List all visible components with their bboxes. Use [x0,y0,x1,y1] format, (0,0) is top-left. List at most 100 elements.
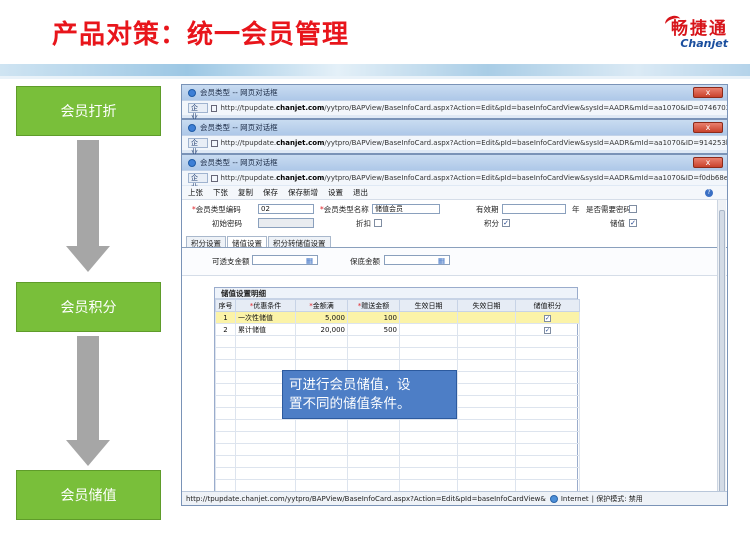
table-row[interactable] [215,443,580,456]
discount-label: 折扣 [356,219,371,228]
cell-start-date[interactable] [399,311,458,324]
calculator-icon[interactable]: ▦ [306,256,313,265]
points-label: 积分 [484,219,499,228]
vertical-scrollbar[interactable] [717,200,726,500]
help-icon[interactable]: ? [705,189,713,197]
toolbar: 上张 下张 复制 保存 保存新增 设置 退出 ? [182,186,727,200]
save-and-new-button[interactable]: 保存新增 [288,187,318,198]
close-button[interactable]: x [693,87,723,98]
cell-end-date[interactable] [457,311,516,324]
table-row[interactable] [215,431,580,444]
overdraft-label: 可透支金额 [212,257,250,266]
stored-value-label: 储值 [610,219,625,228]
close-button[interactable]: x [693,122,723,133]
section-title: 储值设置明细 [215,288,577,299]
zone-button[interactable]: 企业 [188,138,208,156]
cell-no: 2 [215,323,236,336]
dialog-content: 上张 下张 复制 保存 保存新增 设置 退出 ? *会员类型编码 02 *会员类… [182,186,727,505]
cell-end-date[interactable] [457,323,516,336]
cell-gift[interactable]: 500 [347,323,400,336]
header-band [0,64,750,76]
table-row[interactable]: 1 一次性储值 5,000 100 ✓ [215,311,580,324]
cell-gift[interactable]: 100 [347,311,400,324]
tab-points-to-stored-value[interactable]: 积分转储值设置 [268,236,331,248]
member-type-form: *会员类型编码 02 *会员类型名称 储值会员 有效期 年 是否需要密码 初始密… [182,200,727,236]
col-header-amount[interactable]: *金额满 [295,299,348,312]
exit-button[interactable]: 退出 [353,187,368,198]
cell-start-date[interactable] [399,323,458,336]
col-header-gift[interactable]: *赠送金额 [347,299,400,312]
dialog-window-middle: 会员类型 -- 网页对话框 x 企业 http://tpupdate.chanj… [181,119,728,156]
stored-value-checkbox[interactable]: ✓ [629,219,637,227]
stored-value-panel: 可透支金额 ▦ 保底金额 ▦ [182,248,727,276]
tab-stored-value-settings[interactable]: 储值设置 [227,236,267,248]
table-row[interactable] [215,347,580,360]
down-arrow-icon [66,140,110,272]
window-titlebar: 会员类型 -- 网页对话框 x [182,85,727,100]
year-label: 年 [572,205,580,214]
window-titlebar: 会员类型 -- 网页对话框 x [182,120,727,135]
window-titlebar: 会员类型 -- 网页对话框 x [182,155,727,170]
dialog-window-back: 会员类型 -- 网页对话框 x 企业 http://tpupdate.chanj… [181,84,728,121]
logo-en-text: Chanjet [680,37,728,50]
col-header-condition[interactable]: *优惠条件 [235,299,296,312]
save-button[interactable]: 保存 [263,187,278,198]
copy-button[interactable]: 复制 [238,187,253,198]
col-header-points[interactable]: 储值积分 [515,299,580,312]
prev-record-button[interactable]: 上张 [188,187,203,198]
table-row[interactable] [215,419,580,432]
init-password-input[interactable] [258,218,314,228]
window-title: 会员类型 -- 网页对话框 [200,123,278,132]
settings-button[interactable]: 设置 [328,187,343,198]
close-button[interactable]: x [693,157,723,168]
ie-icon [188,158,196,167]
code-input[interactable]: 02 [258,204,314,214]
init-password-label: 初始密码 [212,219,242,228]
table-row[interactable] [215,479,580,492]
discount-checkbox[interactable] [374,219,382,227]
header-band-light [0,76,750,79]
zone-button[interactable]: 企业 [188,173,208,191]
table-row[interactable] [215,335,580,348]
chanjet-logo: 畅捷通 Chanjet [663,13,728,50]
table-row[interactable]: 2 累计储值 20,000 500 ✓ [215,323,580,336]
cell-amount[interactable]: 5,000 [295,311,348,324]
table-row[interactable] [215,467,580,480]
cell-points[interactable]: ✓ [515,311,580,324]
slide-title: 产品对策：统一会员管理 [52,20,350,50]
status-bar: http://tpupdate.chanjet.com/yytpro/BAPVi… [182,491,727,505]
cell-amount[interactable]: 20,000 [295,323,348,336]
cell-condition[interactable]: 一次性储值 [235,311,296,324]
status-url: http://tpupdate.chanjet.com/yytpro/BAPVi… [186,494,546,503]
page-icon [210,139,218,147]
col-header-start-date[interactable]: 生效日期 [399,299,458,312]
address-bar: 企业 http://tpupdate.chanjet.com/yytpro/BA… [182,135,727,156]
address-url[interactable]: http://tpupdate.chanjet.com/yytpro/BAPVi… [221,174,727,182]
col-header-end-date[interactable]: 失效日期 [457,299,516,312]
step-member-discount: 会员打折 [16,86,161,136]
valid-input[interactable] [502,204,566,214]
window-title: 会员类型 -- 网页对话框 [200,88,278,97]
address-bar: 企业 http://tpupdate.chanjet.com/yytpro/BA… [182,100,727,121]
table-row[interactable] [215,455,580,468]
next-record-button[interactable]: 下张 [213,187,228,198]
tab-points-settings[interactable]: 积分设置 [186,236,226,248]
calculator-icon[interactable]: ▦ [438,256,445,265]
address-url[interactable]: http://tpupdate.chanjet.com/yytpro/BAPVi… [221,139,727,147]
cell-condition[interactable]: 累计储值 [235,323,296,336]
deposit-label: 保底金额 [350,257,380,266]
cell-no: 1 [215,311,236,324]
address-url[interactable]: http://tpupdate.chanjet.com/yytpro/BAPVi… [220,104,727,112]
name-label: *会员类型名称 [320,205,369,214]
zone-button[interactable]: 企业 [188,103,208,121]
need-password-checkbox[interactable] [629,205,637,213]
cell-points[interactable]: ✓ [515,323,580,336]
status-zone: Internet [560,494,589,503]
callout-line-1: 可进行会员储值，设 [289,377,411,393]
name-input[interactable]: 储值会员 [372,204,440,214]
scrollbar-thumb[interactable] [719,210,725,500]
col-header-no[interactable]: 序号 [215,299,236,312]
points-checkbox[interactable]: ✓ [544,326,551,334]
points-checkbox[interactable]: ✓ [544,314,551,322]
points-checkbox[interactable]: ✓ [502,219,510,227]
